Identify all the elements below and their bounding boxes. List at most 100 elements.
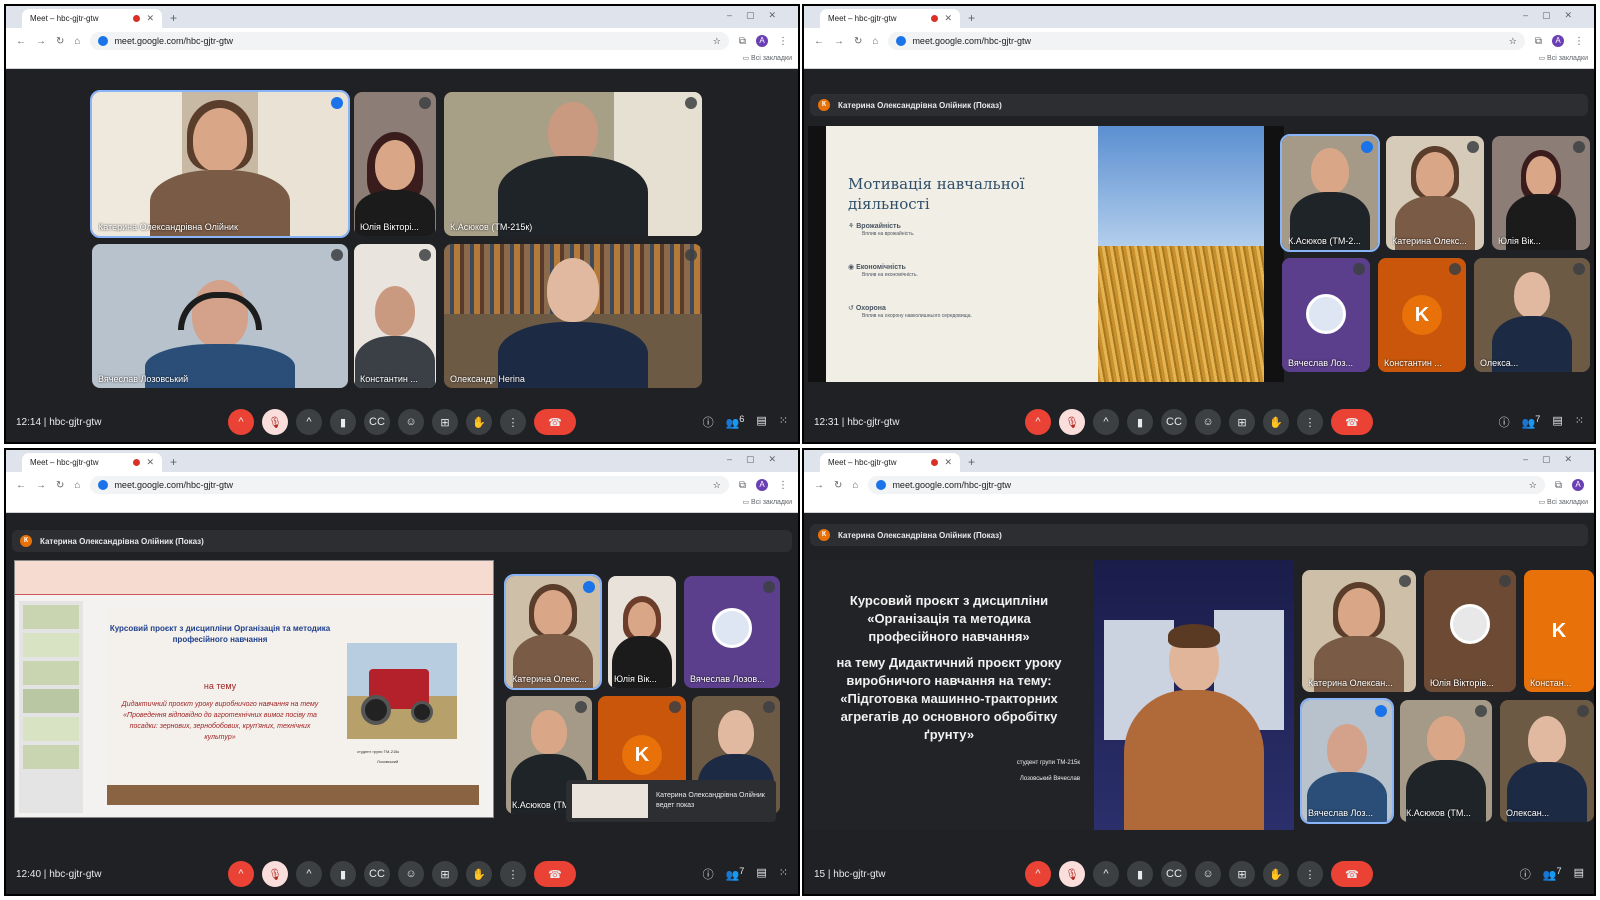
mic-options-button[interactable]: ^ (228, 861, 254, 887)
star-icon[interactable]: ☆ (713, 36, 721, 47)
mic-off-button[interactable]: 🎙 (1059, 409, 1085, 435)
camera-button[interactable]: ▮ (330, 861, 356, 887)
presenting-self-tile[interactable]: Катерина Олександрівна Олійник ведет пок… (566, 780, 776, 822)
star-icon[interactable]: ☆ (1509, 36, 1517, 47)
bookmarks-bar[interactable]: ▭ Всі закладки (6, 54, 798, 68)
emoji-button[interactable]: ☺ (1195, 409, 1221, 435)
address-bar[interactable]: meet.google.com/hbc-gjtr-gtw ☆ (90, 476, 729, 494)
camera-options-button[interactable]: ^ (1093, 861, 1119, 887)
address-bar[interactable]: meet.google.com/hbc-gjtr-gtw ☆ (868, 476, 1545, 494)
extensions-icon[interactable]: ⧉ (1535, 36, 1542, 47)
home-icon[interactable]: ⌂ (74, 36, 80, 47)
video-tile[interactable]: K Констан... (1524, 570, 1594, 692)
raise-hand-button[interactable]: ✋ (1263, 861, 1289, 887)
people-icon[interactable]: 👥7 (1522, 414, 1541, 430)
mic-off-button[interactable]: 🎙 (262, 409, 288, 435)
new-tab-button[interactable]: + (968, 453, 975, 472)
star-icon[interactable]: ☆ (1529, 480, 1537, 491)
video-tile[interactable]: Катерина Олекс... (504, 574, 602, 690)
window-controls[interactable]: –▢✕ (727, 10, 790, 21)
end-call-button[interactable]: ☎ (534, 409, 576, 435)
info-icon[interactable]: ⓘ (703, 414, 714, 430)
forward-icon[interactable]: → (814, 480, 824, 491)
raise-hand-button[interactable]: ✋ (1263, 409, 1289, 435)
video-tile[interactable]: Юлія Вікторів... (1424, 570, 1516, 692)
info-icon[interactable]: ⓘ (1499, 414, 1510, 430)
browser-tab[interactable]: Meet – hbc-gjtr-gtw ✕ (22, 9, 162, 28)
activities-icon[interactable]: ⁙ (779, 414, 788, 430)
browser-tab[interactable]: Meet – hbc-gjtr-gtw ✕ (22, 453, 162, 472)
address-bar[interactable]: meet.google.com/hbc-gjtr-gtw ☆ (90, 32, 729, 50)
bookmarks-bar[interactable]: ▭ Всі закладки (804, 54, 1594, 68)
video-tile[interactable]: Вячеслав Лоз... (1300, 698, 1394, 824)
extensions-icon[interactable]: ⧉ (739, 480, 746, 491)
end-call-button[interactable]: ☎ (1331, 409, 1373, 435)
new-tab-button[interactable]: + (170, 453, 177, 472)
menu-icon[interactable]: ⋮ (778, 480, 788, 491)
close-tab-icon[interactable]: ✕ (146, 13, 154, 24)
end-call-button[interactable]: ☎ (534, 861, 576, 887)
captions-button[interactable]: CC (364, 861, 390, 887)
video-tile[interactable]: К.Асюков (ТМ... (1400, 700, 1492, 822)
mic-off-button[interactable]: 🎙 (1059, 861, 1085, 887)
close-tab-icon[interactable]: ✕ (944, 13, 952, 24)
video-tile[interactable]: K Константин ... (1378, 258, 1466, 372)
mic-options-button[interactable]: ^ (1025, 409, 1051, 435)
mic-off-button[interactable]: 🎙 (262, 861, 288, 887)
profile-avatar[interactable]: A (1552, 35, 1564, 47)
video-tile[interactable]: Константин ... (354, 244, 436, 388)
browser-tab[interactable]: Meet – hbc-gjtr-gtw ✕ (820, 453, 960, 472)
emoji-button[interactable]: ☺ (1195, 861, 1221, 887)
back-icon[interactable]: ← (16, 480, 26, 491)
mic-options-button[interactable]: ^ (228, 409, 254, 435)
camera-options-button[interactable]: ^ (296, 861, 322, 887)
activities-icon[interactable]: ⁙ (779, 866, 788, 882)
home-icon[interactable]: ⌂ (872, 36, 878, 47)
camera-options-button[interactable]: ^ (296, 409, 322, 435)
people-icon[interactable]: 👥7 (1543, 866, 1562, 882)
video-tile[interactable]: Вячеслав Лозовський (92, 244, 348, 388)
close-tab-icon[interactable]: ✕ (146, 457, 154, 468)
present-button[interactable]: ⊞ (432, 861, 458, 887)
menu-icon[interactable]: ⋮ (1574, 36, 1584, 47)
extensions-icon[interactable]: ⧉ (739, 36, 746, 47)
camera-button[interactable]: ▮ (1127, 409, 1153, 435)
profile-avatar[interactable]: A (756, 479, 768, 491)
camera-button[interactable]: ▮ (330, 409, 356, 435)
emoji-button[interactable]: ☺ (398, 861, 424, 887)
chat-icon[interactable]: ▤ (756, 866, 766, 882)
video-tile[interactable]: К.Асюков (ТМ-215к) (444, 92, 702, 236)
more-options-button[interactable]: ⋮ (500, 861, 526, 887)
browser-tab[interactable]: Meet – hbc-gjtr-gtw ✕ (820, 9, 960, 28)
reload-icon[interactable]: ↻ (834, 480, 842, 491)
profile-avatar[interactable]: A (1572, 479, 1584, 491)
bookmarks-bar[interactable]: ▭ Всі закладки (804, 498, 1594, 512)
present-button[interactable]: ⊞ (1229, 409, 1255, 435)
info-icon[interactable]: ⓘ (703, 866, 714, 882)
video-tile[interactable]: Юлія Вік... (608, 576, 676, 688)
video-tile[interactable]: Катерина Олекс... (1386, 136, 1484, 250)
home-icon[interactable]: ⌂ (852, 480, 858, 491)
menu-icon[interactable]: ⋮ (778, 36, 788, 47)
more-options-button[interactable]: ⋮ (1297, 861, 1323, 887)
captions-button[interactable]: CC (1161, 861, 1187, 887)
people-icon[interactable]: 👥6 (726, 414, 745, 430)
info-icon[interactable]: ⓘ (1520, 866, 1531, 882)
forward-icon[interactable]: → (834, 36, 844, 47)
more-options-button[interactable]: ⋮ (500, 409, 526, 435)
end-call-button[interactable]: ☎ (1331, 861, 1373, 887)
people-icon[interactable]: 👥7 (726, 866, 745, 882)
camera-options-button[interactable]: ^ (1093, 409, 1119, 435)
video-tile[interactable]: Юлія Вік... (1492, 136, 1590, 250)
captions-button[interactable]: CC (364, 409, 390, 435)
chat-icon[interactable]: ▤ (1552, 414, 1562, 430)
back-icon[interactable]: ← (16, 36, 26, 47)
chat-icon[interactable]: ▤ (1574, 866, 1584, 882)
video-tile[interactable]: Олександр Herina (444, 244, 702, 388)
chat-icon[interactable]: ▤ (756, 414, 766, 430)
video-tile[interactable]: Олексан... (1500, 700, 1594, 822)
reload-icon[interactable]: ↻ (56, 36, 64, 47)
video-tile[interactable]: Юлія Вікторі... (354, 92, 436, 236)
mic-options-button[interactable]: ^ (1025, 861, 1051, 887)
reload-icon[interactable]: ↻ (854, 36, 862, 47)
